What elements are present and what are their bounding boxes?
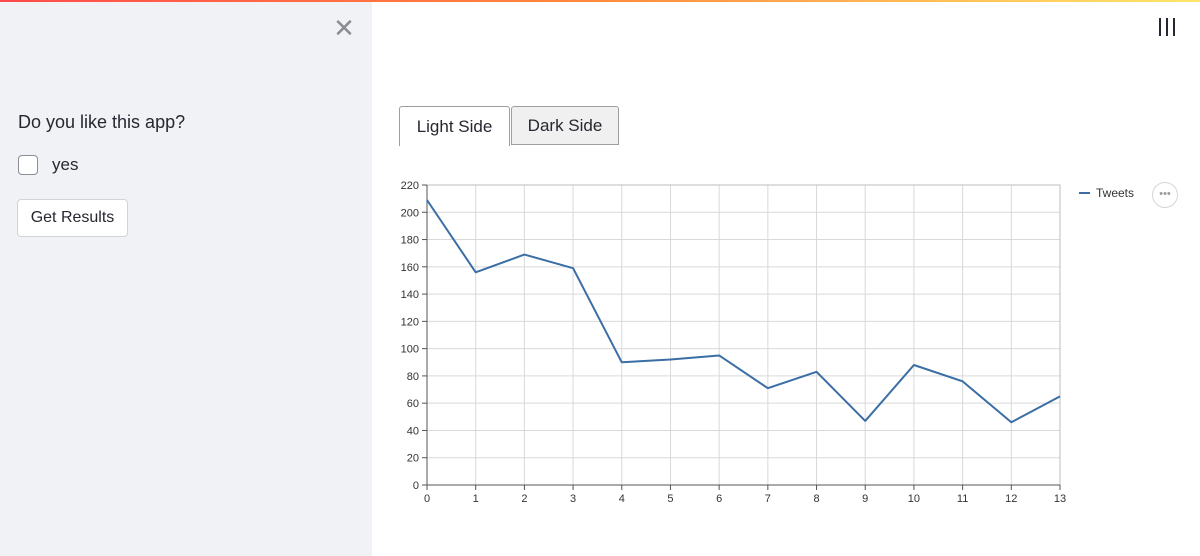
get-results-button[interactable]: Get Results xyxy=(17,199,128,237)
x-tick-label: 3 xyxy=(570,493,576,505)
y-tick-label: 40 xyxy=(407,425,419,437)
line-chart: 0204060801001201401601802002200 1 2 3 4 5 6 7 8 9… xyxy=(401,180,1134,505)
tab-light-side[interactable]: Light Side xyxy=(399,106,510,146)
y-tick-label: 120 xyxy=(401,316,419,328)
x-tick-label: 10 xyxy=(908,493,920,505)
y-tick-label: 0 xyxy=(413,480,419,492)
y-tick-label: 100 xyxy=(401,344,419,356)
y-tick-label: 200 xyxy=(401,207,419,219)
x-tick-label: 13 xyxy=(1054,493,1066,505)
y-tick-label: 160 xyxy=(401,262,419,274)
x-tick-label: 6 xyxy=(716,493,722,505)
chart-actions-menu-icon[interactable]: ••• xyxy=(1152,182,1178,208)
x-tick-label: 5 xyxy=(667,493,673,505)
hamburger-menu-icon[interactable] xyxy=(1158,18,1176,36)
series-line-tweets xyxy=(426,199,1061,424)
y-tick-label: 180 xyxy=(401,235,419,247)
x-tick-label: 12 xyxy=(1005,493,1017,505)
sidebar: ✕ Do you like this app? yes Get Results xyxy=(0,2,372,556)
close-sidebar-icon[interactable]: ✕ xyxy=(332,15,356,41)
y-tick-label: 80 xyxy=(407,371,419,383)
checkbox-label: yes xyxy=(52,155,79,174)
tab-dark-side[interactable]: Dark Side xyxy=(511,106,619,145)
x-tick-label: 4 xyxy=(619,493,625,505)
x-tick-label: 8 xyxy=(813,493,819,505)
plot-border xyxy=(426,184,1061,486)
x-tick-label: 0 xyxy=(424,493,430,505)
legend-label: Tweets xyxy=(1096,186,1134,200)
y-tick-label: 20 xyxy=(407,453,419,465)
yes-checkbox[interactable]: yes xyxy=(18,155,78,175)
y-tick-label: 60 xyxy=(407,398,419,410)
x-tick-label: 2 xyxy=(521,493,527,505)
question-label: Do you like this app? xyxy=(18,112,186,132)
x-tick-label: 1 xyxy=(473,493,479,505)
checkbox-box[interactable] xyxy=(18,155,38,175)
y-tick-label: 220 xyxy=(401,180,419,192)
x-tick-label: 9 xyxy=(862,493,868,505)
x-tick-label: 7 xyxy=(765,493,771,505)
x-tick-label: 11 xyxy=(957,493,968,505)
y-tick-label: 140 xyxy=(401,289,419,301)
